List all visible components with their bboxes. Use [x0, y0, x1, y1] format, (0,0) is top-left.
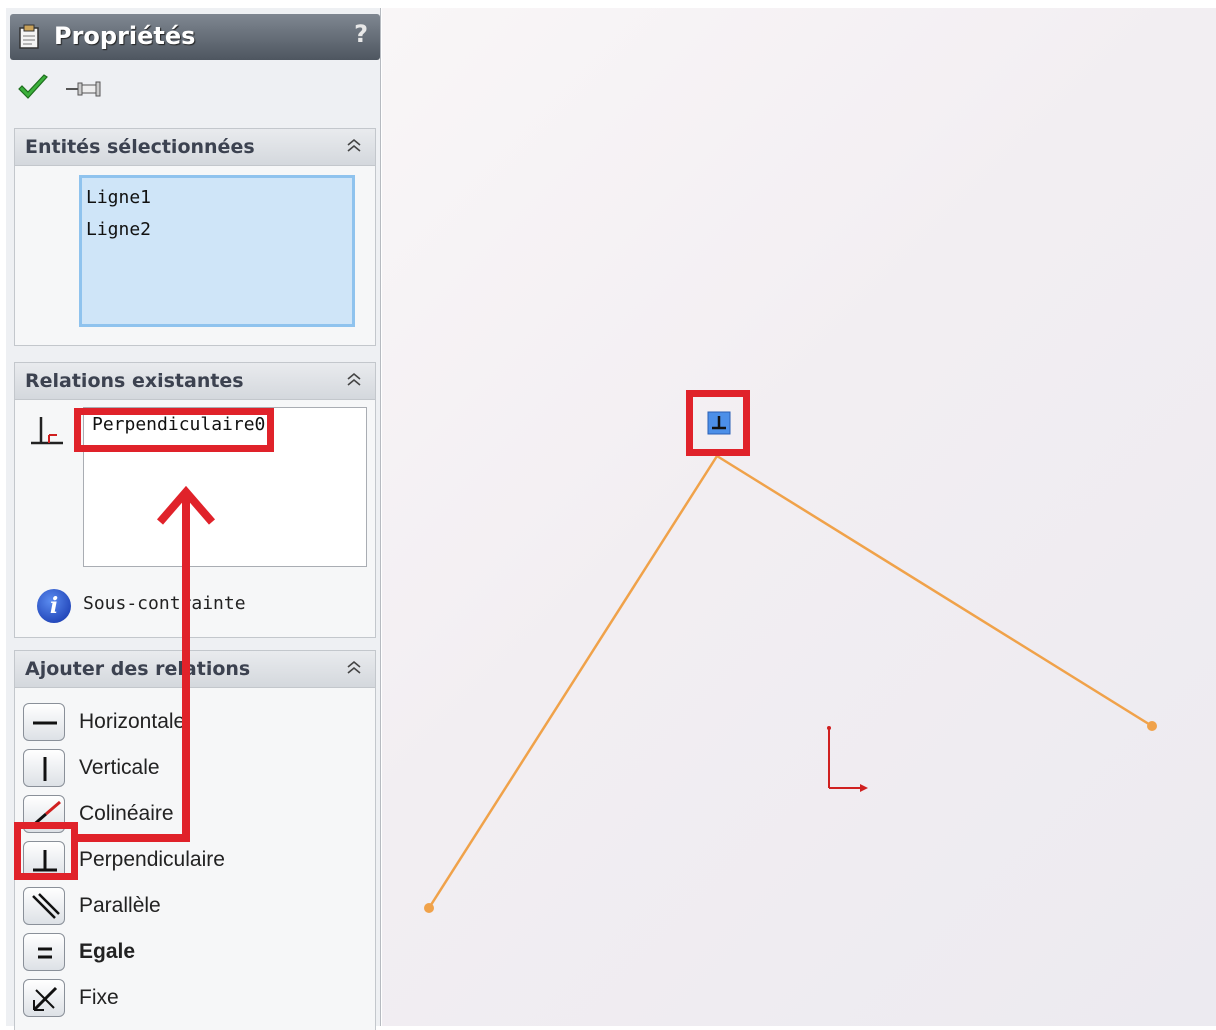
- relation-label: Colinéaire: [79, 802, 174, 825]
- selected-entities-title: Entités sélectionnées: [25, 136, 255, 158]
- selected-entities-header[interactable]: Entités sélectionnées: [15, 129, 375, 166]
- constraint-status: Sous-contrainte: [83, 593, 246, 614]
- sketch-endpoint[interactable]: [424, 903, 434, 913]
- selected-entities-group: Entités sélectionnées Ligne1 Ligne2: [14, 128, 376, 346]
- property-manager-panel: Propriétés ? Entités sélectionnées Ligne…: [6, 8, 381, 1030]
- relation-label: Horizontale: [79, 710, 186, 733]
- existing-relations-list[interactable]: Perpendiculaire0: [83, 407, 367, 567]
- vertical-icon: [43, 757, 47, 781]
- relation-fix-button[interactable]: Fixe: [23, 979, 363, 1019]
- collapse-icon[interactable]: [343, 135, 365, 157]
- relation-label: Egale: [79, 940, 136, 963]
- relation-label: Parallèle: [79, 894, 161, 917]
- perpendicular-icon: [33, 850, 57, 872]
- properties-icon: [19, 24, 39, 49]
- perpendicular-relation-icon: [31, 417, 63, 445]
- list-item[interactable]: Ligne2: [86, 216, 348, 248]
- existing-relations-title: Relations existantes: [25, 370, 244, 392]
- relation-perpendicular-button[interactable]: Perpendiculaire: [23, 841, 363, 881]
- relation-vertical-button[interactable]: Verticale: [23, 749, 363, 789]
- panel-title-bar: Propriétés ?: [10, 14, 380, 60]
- graphics-area[interactable]: [382, 8, 1216, 1026]
- relation-collinear-button[interactable]: Colinéaire: [23, 795, 363, 835]
- collapse-icon[interactable]: [343, 657, 365, 679]
- ok-checkmark-button[interactable]: [16, 72, 50, 104]
- sketch-endpoint[interactable]: [1147, 721, 1157, 731]
- selected-entities-list[interactable]: Ligne1 Ligne2: [79, 175, 355, 327]
- relation-label: Perpendiculaire: [79, 848, 225, 871]
- existing-relations-group: Relations existantes Perpendiculaire0 i …: [14, 362, 376, 638]
- relation-label: Fixe: [79, 986, 119, 1009]
- collinear-icon: [29, 800, 61, 830]
- sketch-canvas[interactable]: [382, 8, 1216, 1026]
- relation-item-perpendiculaire0[interactable]: Perpendiculaire0: [90, 412, 267, 437]
- relation-horizontal-button[interactable]: Horizontale: [23, 703, 363, 743]
- collapse-icon[interactable]: [343, 369, 365, 391]
- add-relations-group: Ajouter des relations Horizontale Vertic…: [14, 650, 376, 1030]
- add-relations-header[interactable]: Ajouter des relations: [15, 651, 375, 688]
- relation-label: Verticale: [79, 756, 160, 779]
- parallel-icon: [32, 893, 60, 919]
- equal-icon: [38, 947, 52, 959]
- origin-icon: [827, 726, 868, 792]
- sketch-line-2[interactable]: [716, 454, 1153, 728]
- panel-title: Propriétés: [54, 22, 196, 50]
- horizontal-icon: [33, 721, 57, 725]
- existing-relations-header[interactable]: Relations existantes: [15, 363, 375, 400]
- pin-icon[interactable]: [64, 74, 104, 104]
- info-icon: i: [37, 589, 71, 623]
- relation-equal-button[interactable]: Egale: [23, 933, 363, 973]
- fix-icon: [32, 986, 58, 1012]
- relation-parallel-button[interactable]: Parallèle: [23, 887, 363, 927]
- sketch-line-1[interactable]: [427, 455, 719, 909]
- list-item[interactable]: Ligne1: [86, 184, 348, 216]
- add-relations-title: Ajouter des relations: [25, 658, 251, 680]
- perpendicular-relation-glyph[interactable]: [707, 411, 731, 435]
- help-button[interactable]: ?: [354, 20, 368, 48]
